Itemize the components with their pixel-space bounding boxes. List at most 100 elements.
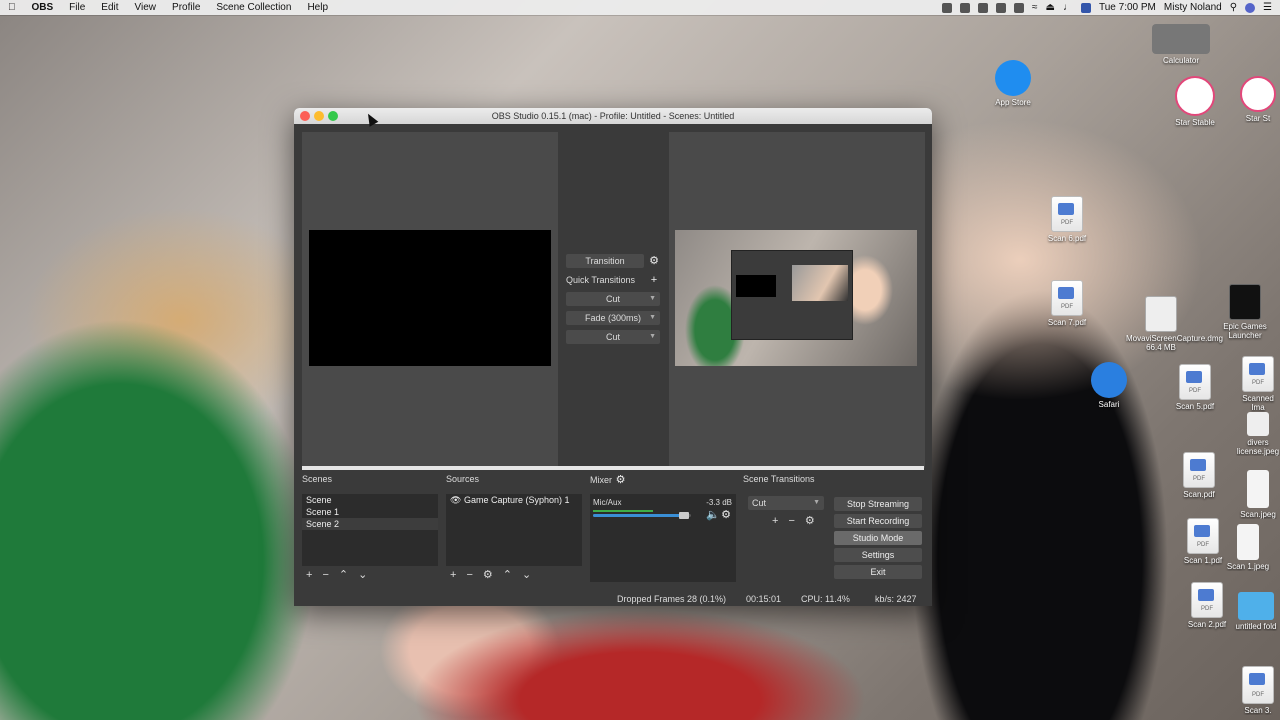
volume-slider-handle[interactable] <box>679 512 689 519</box>
scene-transition-select[interactable]: Cut ▼ <box>748 496 824 510</box>
status-icon-1[interactable] <box>942 2 953 13</box>
add-source-icon[interactable]: + <box>450 569 456 581</box>
desktop-wallpaper:  OBS File Edit View Profile Scene Colle… <box>0 0 1280 720</box>
start-recording-button[interactable]: Start Recording <box>834 514 922 528</box>
menu-app-name[interactable]: OBS <box>24 2 62 13</box>
desktop-icon-app-store[interactable]: App Store <box>978 60 1048 107</box>
menu-edit[interactable]: Edit <box>93 2 126 13</box>
remove-transition-icon[interactable]: − <box>788 515 794 527</box>
sources-toolbar: + − ⚙ ⌃ ⌄ <box>450 568 531 582</box>
pdf-file-icon <box>1183 452 1215 488</box>
pdf-file-icon <box>1242 666 1274 704</box>
scenes-toolbar: + − ⌃ ⌄ <box>306 568 367 582</box>
desktop-icon-label: Scan 3. <box>1244 706 1272 715</box>
desktop-icon-star-stable-2[interactable]: Star St <box>1236 76 1280 123</box>
desktop-icon-divers[interactable]: divers license.jpeg <box>1236 412 1280 456</box>
desktop-icon-star-stable[interactable]: Star Stable <box>1160 76 1230 127</box>
mixer-channel-gear-icon[interactable]: ⚙ <box>720 509 732 521</box>
desktop-icon-label: Scanned Ima <box>1242 394 1274 412</box>
mixer-label-group: Mixer ⚙ <box>590 474 627 486</box>
desktop-icon-scan3[interactable]: Scan 3. <box>1236 666 1280 715</box>
menu-view[interactable]: View <box>127 2 165 13</box>
desktop-icon-scanned[interactable]: Scanned Ima <box>1236 356 1280 412</box>
eject-icon[interactable]: ⏏ <box>1046 2 1055 13</box>
move-down-icon[interactable]: ⌄ <box>358 568 367 581</box>
dropdown-arrow-icon[interactable]: ▼ <box>649 311 656 325</box>
menu-bar:  OBS File Edit View Profile Scene Colle… <box>0 0 1280 15</box>
desktop-icon-scan5[interactable]: Scan 5.pdf <box>1160 364 1230 411</box>
remove-scene-icon[interactable]: − <box>322 569 328 581</box>
menu-help[interactable]: Help <box>299 2 336 13</box>
notification-center-icon[interactable]: ☰ <box>1263 2 1272 13</box>
program-display[interactable] <box>675 230 917 366</box>
studio-mode-button[interactable]: Studio Mode <box>834 531 922 545</box>
desktop-icon-safari[interactable]: Safari <box>1074 362 1144 409</box>
desktop-icon-scan[interactable]: Scan.pdf <box>1164 452 1234 499</box>
desktop-icon-scan-jpeg[interactable]: Scan.jpeg <box>1236 470 1280 519</box>
quick-transition-cut-2[interactable]: Cut ▼ <box>566 330 660 344</box>
menu-profile[interactable]: Profile <box>164 2 208 13</box>
exit-button[interactable]: Exit <box>834 565 922 579</box>
safari-icon <box>1091 362 1127 398</box>
menubar-clock[interactable]: Tue 7:00 PM <box>1099 2 1156 13</box>
pdf-file-icon <box>1051 196 1083 232</box>
status-icon-5[interactable] <box>1014 2 1025 13</box>
transition-button[interactable]: Transition <box>566 254 644 268</box>
status-icon-4[interactable] <box>996 2 1007 13</box>
list-item[interactable]: Scene 2 <box>302 518 438 530</box>
spotlight-icon[interactable]: ⚲ <box>1230 2 1237 13</box>
stop-streaming-button[interactable]: Stop Streaming <box>834 497 922 511</box>
transition-gear-icon[interactable]: ⚙ <box>648 255 660 267</box>
volume-icon[interactable]: ♩ <box>1063 2 1073 13</box>
transition-properties-gear-icon[interactable]: ⚙ <box>805 514 815 527</box>
flag-icon[interactable] <box>1081 2 1091 13</box>
move-up-icon[interactable]: ⌃ <box>503 568 512 581</box>
siri-icon[interactable] <box>1245 2 1256 13</box>
desktop-icon-size: 66.4 MB <box>1146 343 1176 352</box>
list-item[interactable]: Scene 1 <box>302 506 438 518</box>
window-titlebar[interactable]: OBS Studio 0.15.1 (mac) - Profile: Untit… <box>294 108 932 124</box>
settings-button[interactable]: Settings <box>834 548 922 562</box>
move-up-icon[interactable]: ⌃ <box>339 568 348 581</box>
mixer-channel-header: Mic/Aux -3.3 dB <box>590 494 736 507</box>
dropdown-arrow-icon[interactable]: ▼ <box>649 330 656 344</box>
chevron-down-icon: ▼ <box>813 499 820 506</box>
desktop-icon-scan7[interactable]: Scan 7.pdf <box>1032 280 1102 327</box>
window-title: OBS Studio 0.15.1 (mac) - Profile: Untit… <box>491 111 735 121</box>
status-icon-3[interactable] <box>978 2 989 13</box>
mixer-gear-icon[interactable]: ⚙ <box>615 474 627 486</box>
source-properties-gear-icon[interactable]: ⚙ <box>483 568 493 581</box>
desktop-icon-calculator[interactable]: Calculator <box>1146 24 1216 65</box>
list-item[interactable]: 👁 Game Capture (Syphon) 1 <box>446 494 582 506</box>
status-icon-2[interactable] <box>960 2 971 13</box>
menu-file[interactable]: File <box>61 2 93 13</box>
menubar-user[interactable]: Misty Noland <box>1164 2 1222 13</box>
scene-transitions-label: Scene Transitions <box>743 474 815 484</box>
list-item[interactable]: Scene <box>302 494 438 506</box>
volume-level-bar <box>593 510 653 512</box>
remove-source-icon[interactable]: − <box>466 569 472 581</box>
preview-display[interactable] <box>309 230 551 366</box>
menu-scene-collection[interactable]: Scene Collection <box>208 2 299 13</box>
move-down-icon[interactable]: ⌄ <box>522 568 531 581</box>
dropdown-arrow-icon[interactable]: ▼ <box>649 292 656 306</box>
panel-divider[interactable] <box>302 466 924 470</box>
desktop-icon-untitled-folder[interactable]: untitled fold <box>1232 592 1280 631</box>
desktop-icon-epic[interactable]: Epic Games Launcher <box>1210 284 1280 340</box>
quick-transition-cut-1[interactable]: Cut ▼ <box>566 292 660 306</box>
desktop-icon-scan6[interactable]: Scan 6.pdf <box>1032 196 1102 243</box>
add-transition-icon[interactable]: + <box>772 515 778 527</box>
speaker-icon[interactable]: 🔈 <box>706 508 720 521</box>
desktop-icon-movavi[interactable]: MovaviScreenCapture.dmg 66.4 MB <box>1126 296 1223 352</box>
add-scene-icon[interactable]: + <box>306 569 312 581</box>
desktop-icon-scan1-jpeg[interactable]: Scan 1.jpeg <box>1216 524 1280 571</box>
epic-games-icon <box>1229 284 1261 320</box>
add-quick-transition-icon[interactable]: + <box>648 274 660 286</box>
folder-icon <box>1238 592 1274 620</box>
quick-transition-fade[interactable]: Fade (300ms) ▼ <box>566 311 660 325</box>
visibility-eye-icon[interactable]: 👁 <box>450 495 461 505</box>
transition-row: Transition ⚙ <box>566 254 660 268</box>
transition-controls: Transition ⚙ Quick Transitions + Cut ▼ Fa… <box>566 254 660 349</box>
apple-icon[interactable]:  <box>0 2 24 13</box>
wifi-icon[interactable]: ≈ <box>1032 2 1038 13</box>
